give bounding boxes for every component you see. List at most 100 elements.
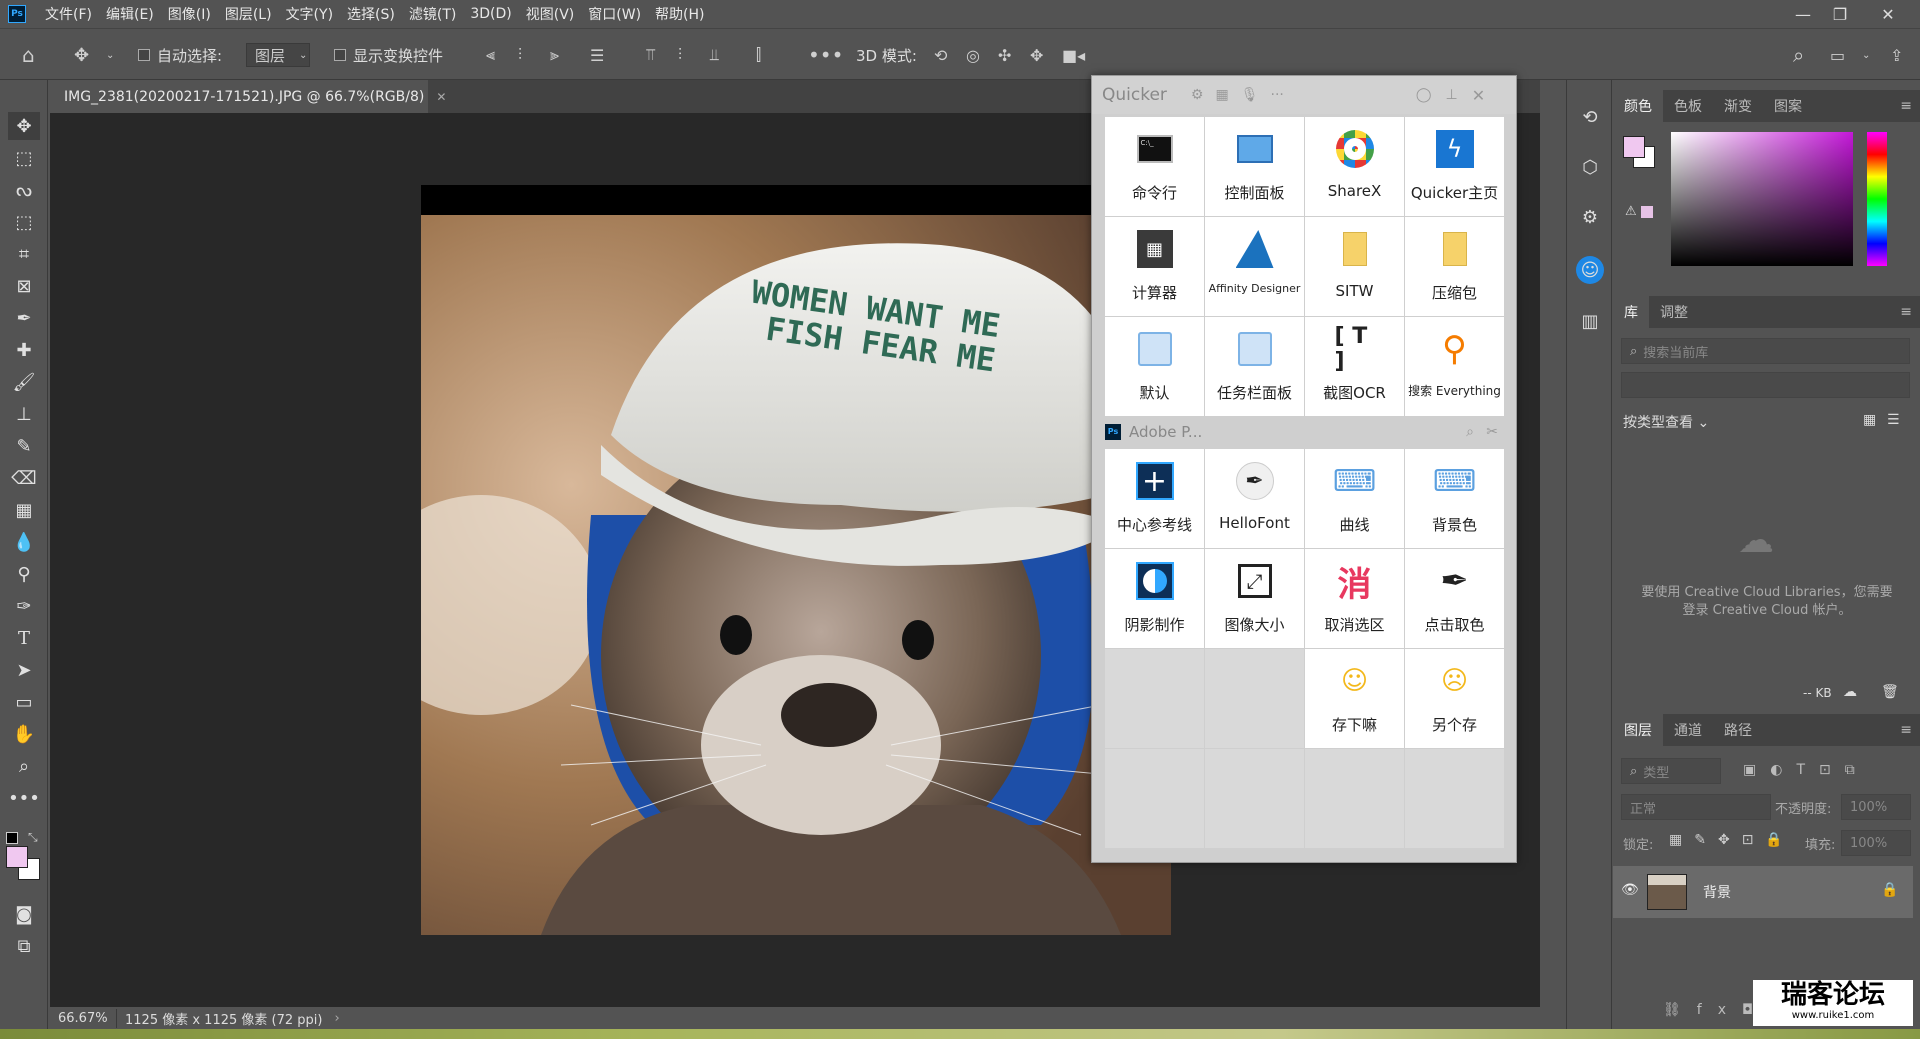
marquee-tool-icon[interactable]: ⬚	[8, 144, 40, 172]
dodge-tool-icon[interactable]: ⚲	[8, 560, 40, 588]
quicker-action-center-guide[interactable]: + 中心参考线	[1105, 449, 1204, 548]
document-image[interactable]: WOMEN WANT ME FISH FEAR ME	[421, 185, 1171, 935]
menu-help[interactable]: 帮助(H)	[648, 4, 711, 24]
screen-mode-icon[interactable]: ⧉	[8, 932, 40, 960]
quicker-action-affinity[interactable]: Affinity Designer	[1205, 217, 1304, 316]
quicker-empty-slot[interactable]	[1205, 649, 1304, 748]
quicker-action-shadow[interactable]: 阴影制作	[1105, 549, 1204, 648]
library-select-dropdown[interactable]	[1621, 372, 1910, 398]
search-icon[interactable]: ⌕	[1793, 43, 1804, 67]
quicker-empty-slot[interactable]	[1305, 749, 1404, 848]
history-brush-tool-icon[interactable]: ✎	[8, 432, 40, 460]
restore-icon[interactable]: ❐	[1818, 0, 1862, 28]
list-view-icon[interactable]: ☰	[1887, 412, 1900, 428]
menu-type[interactable]: 文字(Y)	[279, 4, 340, 24]
blend-mode-dropdown[interactable]: 正常	[1621, 794, 1771, 820]
menu-file[interactable]: 文件(F)	[38, 4, 99, 24]
tab-swatches[interactable]: 色板	[1663, 90, 1713, 122]
trash-icon[interactable]: 🗑	[1881, 684, 1899, 700]
grid-view-icon[interactable]: ▦	[1863, 412, 1876, 428]
brush-tool-icon[interactable]: 🖌	[8, 368, 40, 396]
align-top-icon[interactable]: ⫪	[646, 43, 655, 67]
document-tab[interactable]: IMG_2381(20200217-171521).JPG @ 66.7%(RG…	[50, 80, 446, 113]
stamp-tool-icon[interactable]: ⊥	[8, 400, 40, 428]
eraser-tool-icon[interactable]: ⌫	[8, 464, 40, 492]
menu-filter[interactable]: 滤镜(T)	[402, 4, 463, 24]
menu-select[interactable]: 选择(S)	[340, 4, 402, 24]
chevron-down-icon[interactable]: ⌄	[106, 43, 114, 67]
quicker-action-sitw[interactable]: SITW	[1305, 217, 1404, 316]
quicker-action-save-as[interactable]: ☹ 另个存	[1405, 649, 1504, 748]
zoom-level[interactable]: 66.67%	[58, 1011, 108, 1026]
menu-image[interactable]: 图像(I)	[161, 4, 218, 24]
layer-filter-icons[interactable]: ▣◐T⊡⧉	[1743, 762, 1869, 778]
panel-menu-icon[interactable]: ≡	[1900, 98, 1912, 114]
workspace-icon[interactable]: ▭	[1830, 43, 1845, 67]
pen-tool-icon[interactable]: ✑	[8, 592, 40, 620]
3d-slide-icon[interactable]: ✥	[1030, 43, 1043, 67]
move-tool-icon[interactable]: ✥	[8, 112, 40, 140]
history-panel-icon[interactable]: ⟲	[1575, 102, 1605, 132]
quicker-empty-slot[interactable]	[1405, 749, 1504, 848]
3d-panel-icon[interactable]: ⬡	[1575, 152, 1605, 182]
chevron-down-icon[interactable]: ⌄	[1862, 43, 1870, 67]
pin-icon[interactable]: ⊥	[1446, 87, 1458, 103]
swap-colors-icon[interactable]: ⤡	[28, 830, 38, 845]
layer-select-dropdown[interactable]: 图层 ⌄	[246, 43, 310, 67]
quicker-action-quicker-home[interactable]: ϟ Quicker主页	[1405, 117, 1504, 216]
quicker-action-taskbar-panel[interactable]: 任务栏面板	[1205, 317, 1304, 416]
tab-channels[interactable]: 通道	[1663, 714, 1713, 746]
quicker-action-sharex[interactable]: ShareX	[1305, 117, 1404, 216]
lasso-tool-icon[interactable]: ᔓ	[8, 176, 40, 204]
quicker-empty-slot[interactable]	[1105, 649, 1204, 748]
menu-edit[interactable]: 编辑(E)	[99, 4, 161, 24]
properties-panel-icon[interactable]: ⚙	[1575, 202, 1605, 232]
align-middle-icon[interactable]: ⫶	[678, 43, 682, 67]
lock-icons[interactable]: ▦✎✥⊡🔒	[1669, 832, 1795, 848]
hue-slider[interactable]	[1867, 132, 1887, 266]
gamut-swatch[interactable]	[1641, 206, 1653, 218]
close-tab-icon[interactable]: ✕	[436, 90, 446, 104]
move-tool-icon[interactable]: ✥	[74, 43, 89, 67]
tab-adjustments[interactable]: 调整	[1649, 296, 1699, 328]
auto-select-checkbox[interactable]: 自动选择:	[138, 43, 222, 67]
quicker-action-pick-color[interactable]: ✒ 点击取色	[1405, 549, 1504, 648]
3d-pan-icon[interactable]: ✣	[998, 43, 1011, 67]
menu-window[interactable]: 窗口(W)	[581, 4, 648, 24]
healing-brush-tool-icon[interactable]: ✚	[8, 336, 40, 364]
quicker-action-control-panel[interactable]: 控制面板	[1205, 117, 1304, 216]
tab-color[interactable]: 颜色	[1613, 90, 1663, 122]
quicker-action-bg-color[interactable]: ⌨ 背景色	[1405, 449, 1504, 548]
menu-layer[interactable]: 图层(L)	[218, 4, 279, 24]
frame-tool-icon[interactable]: ⊠	[8, 272, 40, 300]
foreground-color-swatch[interactable]	[6, 846, 28, 868]
quicker-action-save[interactable]: ☺ 存下嘛	[1305, 649, 1404, 748]
zoom-tool-icon[interactable]: ⌕	[8, 752, 40, 780]
layer-filter-dropdown[interactable]: ⌕ 类型	[1621, 758, 1721, 784]
layer-select-value[interactable]: 图层 ⌄	[246, 43, 310, 67]
fill-input[interactable]: 100%	[1841, 830, 1911, 856]
more-icon[interactable]: ···	[1271, 87, 1284, 103]
tab-layers[interactable]: 图层	[1613, 714, 1663, 746]
quicker-action-image-size[interactable]: ⤢ 图像大小	[1205, 549, 1304, 648]
cloud-sync-icon[interactable]: ☁	[1843, 684, 1857, 700]
search-icon[interactable]: ⌕	[1466, 424, 1474, 440]
object-select-tool-icon[interactable]: ⬚	[8, 208, 40, 236]
opacity-input[interactable]: 100%	[1841, 794, 1911, 820]
tab-gradients[interactable]: 渐变	[1713, 90, 1763, 122]
align-left-icon[interactable]: ⫷	[486, 43, 495, 67]
more-tools-icon[interactable]: •••	[8, 784, 40, 812]
quick-mask-icon[interactable]: ◙	[8, 900, 40, 928]
quicker-action-curves[interactable]: ⌨ 曲线	[1305, 449, 1404, 548]
tab-patterns[interactable]: 图案	[1763, 90, 1813, 122]
tab-paths[interactable]: 路径	[1713, 714, 1763, 746]
quicker-action-everything[interactable]: ⚲ 搜索 Everything	[1405, 317, 1504, 416]
quicker-empty-slot[interactable]	[1205, 749, 1304, 848]
close-icon[interactable]: ✕	[1472, 86, 1485, 105]
quicker-empty-slot[interactable]	[1105, 749, 1204, 848]
gamut-warning-icon[interactable]: ⚠	[1625, 204, 1637, 219]
panel-menu-icon[interactable]: ≡	[1900, 722, 1912, 738]
quicker-action-archive[interactable]: 压缩包	[1405, 217, 1504, 316]
library-view-dropdown[interactable]: 按类型查看 ⌄	[1623, 412, 1709, 432]
panel-menu-icon[interactable]: ≡	[1900, 304, 1912, 320]
